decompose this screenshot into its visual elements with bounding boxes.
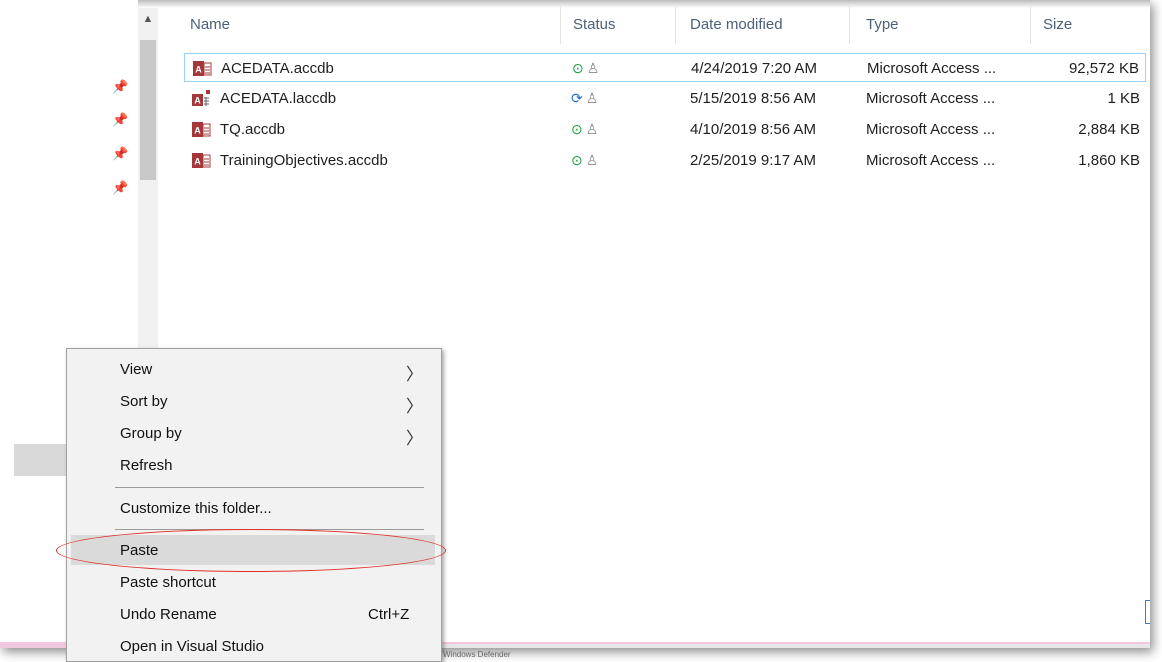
file-type: Microsoft Access ...: [867, 60, 997, 77]
partial-window-edge[interactable]: [1145, 600, 1150, 624]
column-header-date-modified[interactable]: Date modified: [690, 16, 783, 33]
chevron-right-icon: 〉: [406, 365, 423, 384]
menu-item-label: View: [120, 361, 153, 378]
taskbar-app-label[interactable]: Windows Defender: [443, 650, 511, 659]
shared-person-icon: ♙: [585, 121, 599, 137]
shared-person-icon: ♙: [585, 90, 599, 106]
file-row[interactable]: A TQ.accdb ⊙ ♙ 4/10/2019 8:56 AM Microsoft Ac…: [184, 115, 1146, 144]
shared-person-icon: ♙: [585, 152, 599, 168]
svg-text:A: A: [194, 126, 201, 136]
chevron-right-icon: 〉: [406, 397, 423, 416]
column-divider[interactable]: [849, 4, 850, 44]
file-date-modified: 5/15/2019 8:56 AM: [690, 90, 816, 107]
pin-icon[interactable]: 📌: [112, 80, 128, 94]
file-name[interactable]: TrainingObjectives.accdb: [220, 152, 388, 169]
shared-person-icon: ♙: [586, 60, 600, 76]
menu-item-shortcut: Ctrl+Z: [368, 606, 410, 623]
file-date-modified: 4/10/2019 8:56 AM: [690, 121, 816, 138]
menu-separator: [115, 487, 424, 488]
sync-pending-icon: ⟳: [571, 90, 583, 106]
scroll-up-arrow-icon[interactable]: ▲: [138, 12, 158, 26]
file-name[interactable]: ACEDATA.laccdb: [220, 90, 336, 107]
access-database-icon: A: [192, 153, 211, 168]
svg-text:A: A: [194, 157, 201, 167]
file-row[interactable]: A TrainingObjectives.accdb ⊙ ♙ 2/25/2019 9:1…: [184, 146, 1146, 175]
file-row[interactable]: A ACEDATA.laccdb ⟳ ♙ 5/15/2019 8:56 AM Micros…: [184, 84, 1146, 113]
menu-item-group-by[interactable]: Group by 〉: [71, 418, 435, 448]
menu-item-sort-by[interactable]: Sort by 〉: [71, 386, 435, 416]
svg-text:A: A: [194, 96, 201, 106]
pin-icon[interactable]: 📌: [112, 147, 128, 161]
column-divider[interactable]: [675, 4, 676, 44]
file-size: 1 KB: [1107, 90, 1140, 107]
file-type: Microsoft Access ...: [866, 152, 996, 169]
access-database-icon: A: [192, 122, 211, 137]
scrollbar-thumb[interactable]: [140, 40, 156, 180]
access-database-icon: A: [193, 61, 212, 76]
sync-status: ⊙ ♙: [572, 60, 599, 77]
access-lock-file-icon: A: [192, 90, 210, 106]
svg-text:A: A: [195, 65, 202, 75]
file-row[interactable]: A ACEDATA.accdb ⊙ ♙ 4/24/2019 7:20 AM Microso…: [184, 53, 1146, 82]
column-divider[interactable]: [560, 4, 561, 44]
file-type: Microsoft Access ...: [866, 90, 996, 107]
context-menu: View 〉 Sort by 〉 Group by 〉 Refresh Cust…: [66, 348, 442, 662]
column-header-type[interactable]: Type: [866, 16, 899, 33]
menu-item-label: Refresh: [120, 457, 173, 474]
menu-item-label: Undo Rename: [120, 606, 217, 623]
file-date-modified: 4/24/2019 7:20 AM: [691, 60, 817, 77]
menu-item-label: Open in Visual Studio: [120, 638, 264, 655]
annotation-ellipse: [56, 529, 446, 572]
menu-item-open-in-visual-studio[interactable]: Open in Visual Studio: [71, 631, 435, 661]
menu-item-view[interactable]: View 〉: [71, 354, 435, 384]
pin-icon[interactable]: 📌: [112, 181, 128, 195]
sync-status: ⟳ ♙: [571, 90, 598, 107]
menu-item-undo-rename[interactable]: Undo Rename Ctrl+Z: [71, 599, 435, 629]
menu-item-label: Customize this folder...: [120, 500, 272, 517]
column-divider[interactable]: [1030, 4, 1031, 44]
column-header-status[interactable]: Status: [573, 16, 616, 33]
file-size: 92,572 KB: [1068, 60, 1139, 77]
menu-item-label: Group by: [120, 425, 182, 442]
menu-item-label: Paste shortcut: [120, 574, 216, 591]
sync-ok-icon: ⊙: [571, 152, 583, 168]
column-header-size[interactable]: Size: [1043, 16, 1072, 33]
sync-status: ⊙ ♙: [571, 152, 598, 169]
file-type: Microsoft Access ...: [866, 121, 996, 138]
file-name[interactable]: ACEDATA.accdb: [221, 60, 334, 77]
menu-item-label: Sort by: [120, 393, 168, 410]
menu-item-refresh[interactable]: Refresh: [71, 450, 435, 480]
sync-ok-icon: ⊙: [571, 121, 583, 137]
column-header-name[interactable]: Name: [190, 16, 230, 33]
column-header-row: Name Status Date modified Type Size: [160, 0, 1150, 44]
chevron-right-icon: 〉: [406, 429, 423, 448]
sync-ok-icon: ⊙: [572, 60, 584, 76]
menu-item-customize-folder[interactable]: Customize this folder...: [71, 493, 435, 523]
file-size: 2,884 KB: [1078, 121, 1140, 138]
taskbar-strip-gray: [440, 644, 1150, 648]
file-name[interactable]: TQ.accdb: [220, 121, 285, 138]
file-date-modified: 2/25/2019 9:17 AM: [690, 152, 816, 169]
sync-status: ⊙ ♙: [571, 121, 598, 138]
pin-icon[interactable]: 📌: [112, 113, 128, 127]
file-size: 1,860 KB: [1078, 152, 1140, 169]
